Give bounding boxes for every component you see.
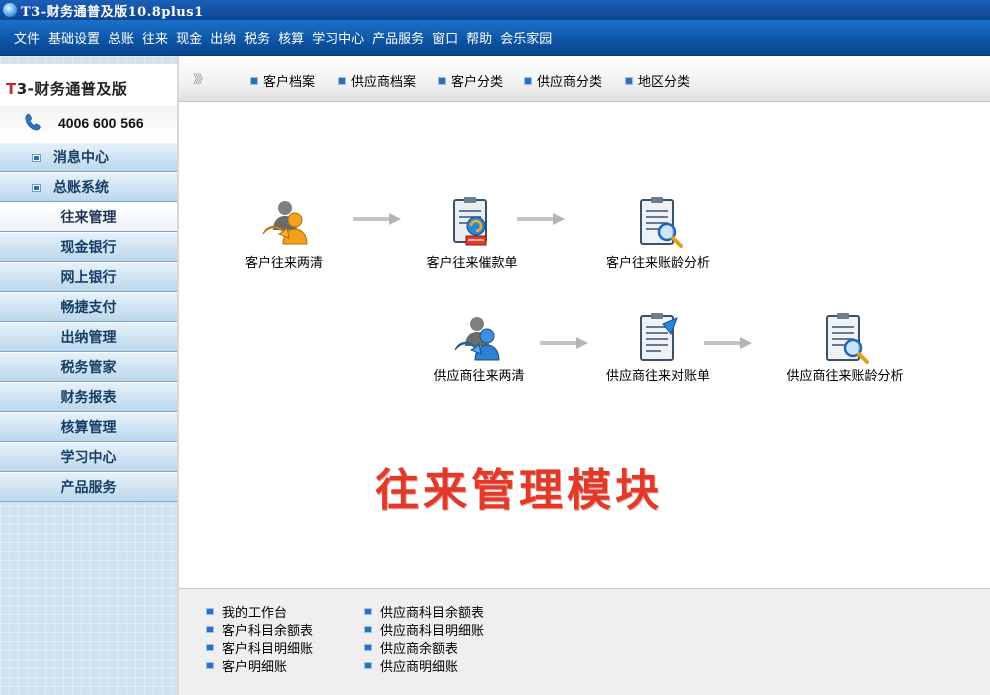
bullet-icon — [33, 185, 40, 191]
flow-label-supplier-reconcile[interactable]: 供应商往来两清 — [433, 365, 524, 384]
menu-window[interactable]: 窗口 — [428, 28, 462, 47]
report-links-panel: 我的工作台 客户科目余额表 客户科目明细账 客户明细账 供应商科目余额表 供应商… — [179, 588, 990, 695]
link-supplier-ledger[interactable]: 供应商明细账 — [365, 656, 458, 675]
main-panel: 》》 客户档案 供应商档案 客户分类 供应商分类 地区分类 客户往来两清 客户往… — [177, 56, 990, 695]
bullet-icon — [207, 609, 213, 614]
sidebar: T3-财务通普及版 4006 600 566 消息中心 总账系统 往来管理 现金… — [0, 56, 177, 695]
menu-community[interactable]: 会乐家园 — [496, 28, 556, 47]
bullet-icon — [365, 609, 371, 614]
link-supplier-account-balance[interactable]: 供应商科目余额表 — [365, 602, 484, 621]
menu-cashier[interactable]: 出纳 — [206, 28, 240, 47]
bullet-icon — [251, 77, 257, 84]
menu-file[interactable]: 文件 — [10, 28, 44, 47]
bullet-icon — [439, 77, 445, 84]
product-logo: T3-财务通普及版 4006 600 566 — [0, 64, 177, 146]
bullet-icon — [365, 645, 371, 650]
bullet-icon — [525, 77, 531, 84]
customer-aging-icon[interactable] — [631, 194, 687, 250]
bullet-icon — [207, 663, 213, 668]
menu-tax[interactable]: 税务 — [240, 28, 274, 47]
link-customer-archive[interactable]: 客户档案 — [251, 71, 315, 90]
link-customer-account-detail[interactable]: 客户科目明细账 — [207, 638, 313, 657]
logo-title: T3-财务通普及版 — [6, 80, 128, 98]
link-region-category[interactable]: 地区分类 — [626, 71, 690, 90]
app-icon — [3, 3, 17, 17]
menu-product-services[interactable]: 产品服务 — [368, 28, 428, 47]
sidebar-item-cost-accounting[interactable]: 核算管理 — [0, 412, 177, 442]
sidebar-nav: 消息中心 总账系统 往来管理 现金银行 网上银行 畅捷支付 出纳管理 税务管家 … — [0, 142, 177, 502]
dunning-letter-icon[interactable] — [444, 194, 500, 250]
supplier-reconcile-icon[interactable] — [451, 310, 507, 366]
bullet-icon — [365, 627, 371, 632]
sidebar-item-financial-reports[interactable]: 财务报表 — [0, 382, 177, 412]
menu-general-ledger[interactable]: 总账 — [104, 28, 138, 47]
title-bar: T3-财务通普及版10.8plus1 — [0, 0, 990, 20]
link-supplier-account-detail[interactable]: 供应商科目明细账 — [365, 620, 484, 639]
menu-learning-center[interactable]: 学习中心 — [308, 28, 368, 47]
bullet-icon — [207, 645, 213, 650]
link-customer-account-balance[interactable]: 客户科目余额表 — [207, 620, 313, 639]
sidebar-item-chanjet-pay[interactable]: 畅捷支付 — [0, 292, 177, 322]
menu-receivables-payables[interactable]: 往来 — [138, 28, 172, 47]
sidebar-item-general-ledger[interactable]: 总账系统 — [0, 172, 177, 202]
sidebar-item-cash-bank[interactable]: 现金银行 — [0, 232, 177, 262]
window-title: T3-财务通普及版10.8plus1 — [21, 4, 204, 20]
quick-link-bar: 》》 客户档案 供应商档案 客户分类 供应商分类 地区分类 — [179, 56, 990, 102]
module-title: 往来管理模块 — [375, 465, 663, 516]
sidebar-item-product-services[interactable]: 产品服务 — [0, 472, 177, 502]
sidebar-item-learning-center[interactable]: 学习中心 — [0, 442, 177, 472]
flow-arrow-icon — [704, 337, 752, 349]
flow-arrow-icon — [540, 337, 588, 349]
flow-label-customer-aging[interactable]: 客户往来账龄分析 — [606, 252, 710, 271]
flow-label-customer-reconcile[interactable]: 客户往来两清 — [245, 252, 323, 271]
bullet-icon — [207, 627, 213, 632]
flow-label-supplier-aging[interactable]: 供应商往来账龄分析 — [786, 365, 903, 384]
menu-help[interactable]: 帮助 — [462, 28, 496, 47]
customer-reconcile-icon[interactable] — [259, 194, 315, 250]
sidebar-item-online-banking[interactable]: 网上银行 — [0, 262, 177, 292]
hotline-number: 4006 600 566 — [58, 115, 144, 131]
flow-arrow-icon — [517, 213, 565, 225]
flow-label-statement-of-account[interactable]: 供应商往来对账单 — [606, 365, 710, 384]
link-my-workbench[interactable]: 我的工作台 — [207, 602, 287, 621]
bullet-icon — [365, 663, 371, 668]
bullet-icon — [626, 77, 632, 84]
sidebar-item-tax-manager[interactable]: 税务管家 — [0, 352, 177, 382]
link-customer-category[interactable]: 客户分类 — [439, 71, 503, 90]
supplier-aging-icon[interactable] — [817, 310, 873, 366]
menu-basic-settings[interactable]: 基础设置 — [44, 28, 104, 47]
bullet-icon — [339, 77, 345, 84]
link-customer-ledger[interactable]: 客户明细账 — [207, 656, 287, 675]
menu-bar: 文件 基础设置 总账 往来 现金 出纳 税务 核算 学习中心 产品服务 窗口 帮… — [0, 20, 990, 56]
collapse-arrows-icon[interactable]: 》》 — [193, 70, 209, 87]
flow-label-dunning-letter[interactable]: 客户往来催款单 — [426, 252, 517, 271]
flow-arrow-icon — [353, 213, 401, 225]
sidebar-item-cashier[interactable]: 出纳管理 — [0, 322, 177, 352]
hotline-row: 4006 600 566 — [0, 106, 177, 140]
sidebar-item-receivables-payables[interactable]: 往来管理 — [0, 202, 177, 232]
link-supplier-category[interactable]: 供应商分类 — [525, 71, 602, 90]
statement-of-account-icon[interactable] — [631, 310, 687, 366]
sidebar-item-message-center[interactable]: 消息中心 — [0, 142, 177, 172]
menu-accounting[interactable]: 核算 — [274, 28, 308, 47]
link-supplier-balance[interactable]: 供应商余额表 — [365, 638, 458, 657]
phone-icon — [25, 113, 41, 131]
menu-cash[interactable]: 现金 — [172, 28, 206, 47]
link-supplier-archive[interactable]: 供应商档案 — [339, 71, 416, 90]
bullet-icon — [33, 155, 40, 161]
